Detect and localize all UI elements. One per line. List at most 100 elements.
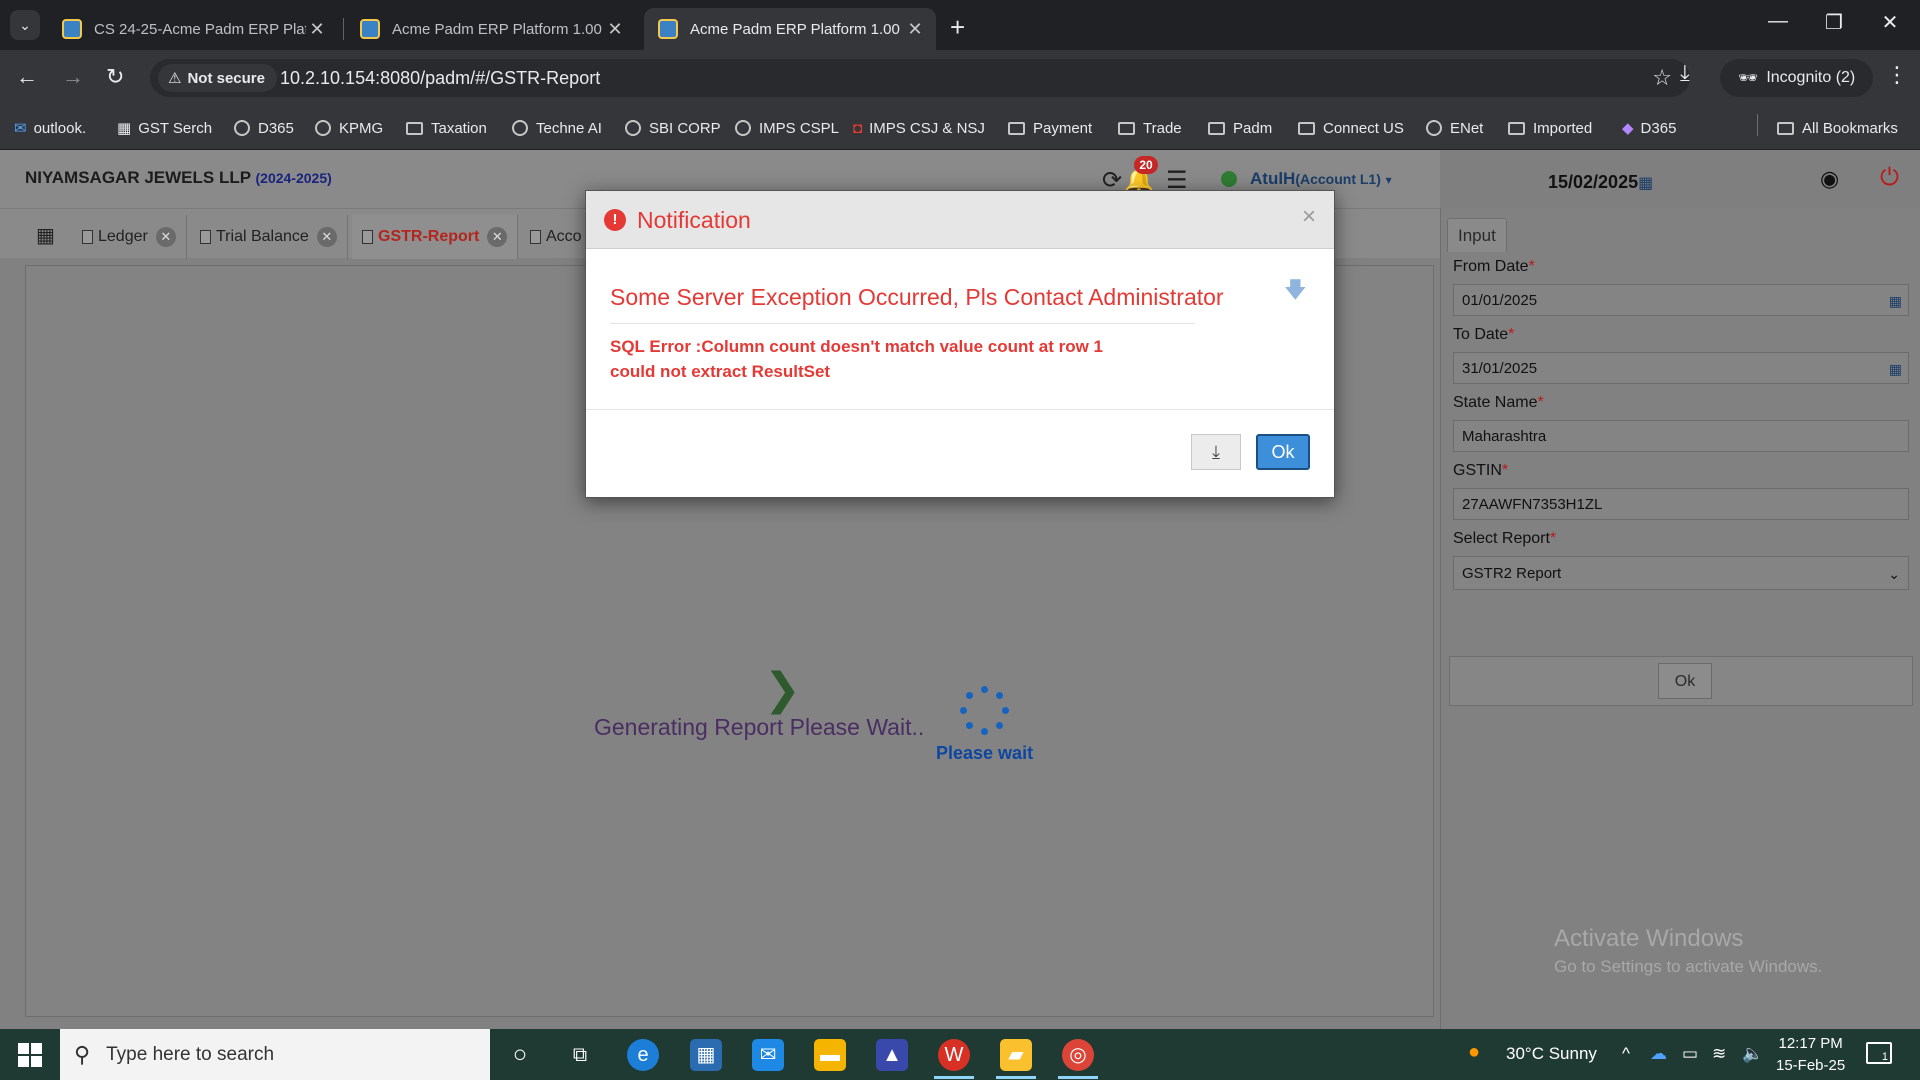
bookmark-separator <box>1757 114 1758 136</box>
system-clock[interactable]: 12:17 PM 15-Feb-25 <box>1776 1033 1845 1077</box>
tab-accounts[interactable]: Acco <box>520 215 592 259</box>
close-tab-icon[interactable]: ✕ <box>904 19 926 40</box>
restore-icon[interactable]: ❐ <box>1814 10 1854 35</box>
address-bar[interactable]: ⚠ Not secure 10.2.10.154:8080/padm/#/GST… <box>150 59 1690 97</box>
bookmark-imps-csj[interactable]: ◘ IMPS CSJ & NSJ <box>853 117 985 139</box>
bookmark-label: outlook. <box>33 119 87 137</box>
close-tab-icon[interactable]: ✕ <box>306 19 328 40</box>
forward-arrow-icon[interactable]: → <box>62 64 84 90</box>
browser-tab-3-active[interactable]: Acme Padm ERP Platform 1.00 ✕ <box>644 8 936 50</box>
taskbar-search-box[interactable]: ⚲ Type here to search <box>60 1029 490 1080</box>
bookmark-enet[interactable]: ENet <box>1426 117 1483 139</box>
not-secure-chip[interactable]: ⚠ Not secure <box>158 64 277 92</box>
close-tab-icon[interactable]: ✕ <box>155 227 176 247</box>
bookmark-d365-2[interactable]: ◆ D365 <box>1622 117 1676 139</box>
battery-icon[interactable]: ▭ <box>1682 1044 1698 1064</box>
bookmark-sbi-corp[interactable]: SBI CORP <box>625 117 721 139</box>
bookmark-kpmg[interactable]: KPMG <box>315 117 383 139</box>
tab-ledger[interactable]: Ledger ✕ <box>72 215 187 259</box>
reload-icon[interactable]: ↻ <box>106 64 124 90</box>
windows-start-icon[interactable] <box>18 1043 42 1067</box>
volume-icon[interactable]: 🔈 <box>1742 1044 1763 1064</box>
bookmark-connect-us[interactable]: Connect US <box>1298 117 1404 139</box>
bookmark-padm[interactable]: Padm <box>1208 117 1272 139</box>
weather-text[interactable]: 30°C Sunny <box>1506 1044 1597 1064</box>
eye-slash-icon[interactable]: ◉ <box>1820 166 1839 192</box>
bookmark-outlook[interactable]: ✉ outlook. <box>14 117 86 139</box>
new-tab-plus-icon[interactable]: + <box>950 12 965 43</box>
minimize-icon[interactable]: — <box>1758 10 1798 33</box>
sticky-notes-icon[interactable]: ▰ <box>1000 1039 1032 1071</box>
modal-ok-button[interactable]: Ok <box>1256 434 1310 470</box>
file-explorer-icon[interactable]: ▬ <box>814 1039 846 1071</box>
browser-toolbar: ← → ↻ ⚠ Not secure 10.2.10.154:8080/padm… <box>0 50 1920 106</box>
tab-trial-balance[interactable]: Trial Balance ✕ <box>190 215 348 259</box>
power-icon[interactable]: ⏻ <box>1880 164 1899 192</box>
bookmark-label: Padm <box>1233 119 1273 137</box>
bookmark-imported[interactable]: Imported <box>1508 117 1592 139</box>
generating-report-text: Generating Report Please Wait.. <box>594 714 925 740</box>
chevron-down-icon: ⌄ <box>1888 566 1900 582</box>
label-text: GSTIN <box>1453 462 1502 479</box>
bookmark-techne-ai[interactable]: Techne AI <box>512 117 602 139</box>
tab-gstr-report[interactable]: GSTR-Report ✕ <box>352 215 519 259</box>
bookmark-star-icon[interactable]: ☆ <box>1652 65 1672 91</box>
close-tab-icon[interactable]: ✕ <box>604 19 626 40</box>
calendar-icon[interactable]: ▦ <box>1889 285 1902 317</box>
download-error-button[interactable]: ⤓ <box>1191 434 1241 470</box>
from-date-input[interactable]: 01/01/2025 ▦ <box>1453 284 1909 316</box>
modal-title: Notification <box>637 207 751 233</box>
edge-browser-icon[interactable]: e <box>627 1039 659 1071</box>
mail-icon[interactable]: ✉ <box>752 1039 784 1071</box>
modal-close-icon[interactable]: × <box>1302 203 1316 231</box>
label-text: State Name <box>1453 394 1538 411</box>
input-value: Maharashtra <box>1462 428 1547 445</box>
tab-search-button[interactable]: ⌄ <box>10 10 40 40</box>
window-close-icon[interactable]: ✕ <box>1870 10 1910 35</box>
to-date-input[interactable]: 31/01/2025 ▦ <box>1453 352 1909 384</box>
store-icon[interactable]: ▦ <box>690 1039 722 1071</box>
chevron-up-icon[interactable]: ^ <box>1622 1044 1630 1064</box>
globe-icon <box>234 120 250 136</box>
bookmark-taxation[interactable]: Taxation <box>406 117 487 139</box>
calendar-icon[interactable]: ▦ <box>1638 175 1653 192</box>
app-launcher-icon[interactable]: ▲ <box>876 1039 908 1071</box>
bookmark-label: D365 <box>1640 119 1677 137</box>
bookmark-payment[interactable]: Payment <box>1008 117 1092 139</box>
wifi-icon[interactable]: ≋ <box>1712 1044 1726 1064</box>
onedrive-icon[interactable]: ☁ <box>1650 1044 1667 1064</box>
wps-office-icon[interactable]: W <box>938 1039 970 1071</box>
browser-menu-icon[interactable]: ⋮ <box>1886 62 1908 88</box>
bookmark-imps-cspl[interactable]: IMPS CSPL <box>735 117 839 139</box>
user-menu[interactable]: AtulH(Account L1) ▾ <box>1250 169 1392 189</box>
arrow-down-icon[interactable]: 🡇 <box>1284 273 1307 311</box>
bookmark-d365[interactable]: D365 <box>234 117 294 139</box>
label-text: Select Report <box>1453 530 1550 547</box>
action-center-icon[interactable]: 1 <box>1866 1042 1892 1064</box>
all-bookmarks[interactable]: All Bookmarks <box>1777 117 1898 139</box>
bookmark-gst-serch[interactable]: ▦ GST Serch <box>117 117 212 139</box>
close-tab-icon[interactable]: ✕ <box>316 227 337 247</box>
apps-grid-icon[interactable]: ▦ <box>36 223 55 248</box>
required-mark: * <box>1537 394 1544 411</box>
back-arrow-icon[interactable]: ← <box>16 64 38 90</box>
calendar-icon[interactable]: ▦ <box>1889 353 1902 385</box>
panel-ok-button[interactable]: Ok <box>1658 663 1712 699</box>
browser-tab-1[interactable]: CS 24-25-Acme Padm ERP Platf ✕ <box>48 8 338 50</box>
select-report-dropdown[interactable]: GSTR2 Report ⌄ <box>1453 556 1909 590</box>
state-name-input[interactable]: Maharashtra <box>1453 420 1909 452</box>
modal-footer-divider <box>586 409 1334 410</box>
close-tab-icon[interactable]: ✕ <box>487 227 508 247</box>
incognito-button[interactable]: 🕶 Incognito (2) <box>1720 59 1874 97</box>
weather-sun-icon[interactable]: ● <box>1468 1041 1480 1064</box>
cortana-icon[interactable]: ○ <box>504 1039 536 1071</box>
task-view-icon[interactable]: ⧉ <box>564 1039 596 1071</box>
download-icon[interactable]: ⤓ <box>1680 60 1690 86</box>
chrome-icon[interactable]: ◎ <box>1062 1039 1094 1071</box>
bookmark-trade[interactable]: Trade <box>1118 117 1182 139</box>
browser-tab-2[interactable]: Acme Padm ERP Platform 1.00 ✕ <box>346 8 636 50</box>
gstin-input[interactable]: 27AAWFN7353H1ZL <box>1453 488 1909 520</box>
url-text[interactable]: 10.2.10.154:8080/padm/#/GSTR-Report <box>280 68 600 89</box>
tab-input[interactable]: Input <box>1447 218 1507 252</box>
tab-separator <box>343 18 344 40</box>
